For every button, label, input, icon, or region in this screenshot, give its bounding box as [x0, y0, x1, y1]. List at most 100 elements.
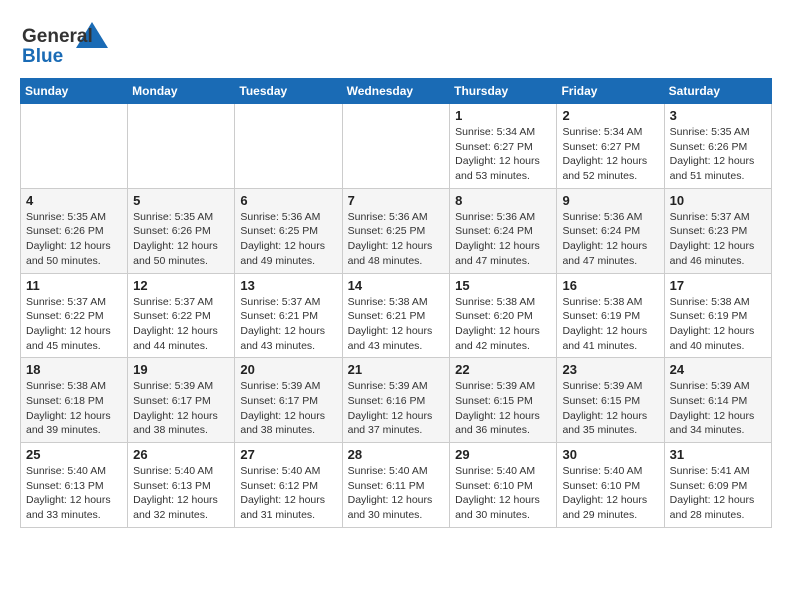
- calendar-cell: 27 Sunrise: 5:40 AM Sunset: 6:12 PM Dayli…: [235, 443, 342, 528]
- calendar-cell: 30Sunrise: 5:40 AM Sunset: 6:10 PM Dayli…: [557, 443, 664, 528]
- calendar-cell: 25Sunrise: 5:40 AM Sunset: 6:13 PM Dayli…: [21, 443, 128, 528]
- day-number: 26: [133, 447, 229, 462]
- page-header: GeneralBlue: [20, 20, 772, 68]
- day-number: 22: [455, 362, 551, 377]
- day-number: 6: [240, 193, 336, 208]
- day-info: Sunrise: 5:38 AM Sunset: 6:18 PM Dayligh…: [26, 379, 122, 438]
- day-info: Sunrise: 5:40 AM Sunset: 6:13 PM Dayligh…: [133, 464, 229, 523]
- day-number: 14: [348, 278, 445, 293]
- calendar-cell: 6 Sunrise: 5:36 AM Sunset: 6:25 PM Daylig…: [235, 188, 342, 273]
- calendar-cell: 26 Sunrise: 5:40 AM Sunset: 6:13 PM Dayli…: [128, 443, 235, 528]
- svg-text:Blue: Blue: [22, 46, 63, 67]
- calendar-cell: 1 Sunrise: 5:34 AM Sunset: 6:27 PM Daylig…: [450, 104, 557, 189]
- calendar-table: SundayMondayTuesdayWednesdayThursdayFrid…: [20, 78, 772, 528]
- calendar-cell: 5 Sunrise: 5:35 AM Sunset: 6:26 PM Daylig…: [128, 188, 235, 273]
- day-info: Sunrise: 5:39 AM Sunset: 6:15 PM Dayligh…: [455, 379, 551, 438]
- day-number: 20: [240, 362, 336, 377]
- calendar-dow-saturday: Saturday: [664, 79, 771, 104]
- calendar-cell: 10 Sunrise: 5:37 AM Sunset: 6:23 PM Dayli…: [664, 188, 771, 273]
- calendar-dow-sunday: Sunday: [21, 79, 128, 104]
- day-info: Sunrise: 5:38 AM Sunset: 6:19 PM Dayligh…: [562, 295, 658, 354]
- day-number: 29: [455, 447, 551, 462]
- calendar-cell: 3 Sunrise: 5:35 AM Sunset: 6:26 PM Daylig…: [664, 104, 771, 189]
- day-info: Sunrise: 5:36 AM Sunset: 6:24 PM Dayligh…: [455, 210, 551, 269]
- day-info: Sunrise: 5:37 AM Sunset: 6:21 PM Dayligh…: [240, 295, 336, 354]
- calendar-cell: [128, 104, 235, 189]
- day-info: Sunrise: 5:34 AM Sunset: 6:27 PM Dayligh…: [455, 125, 551, 184]
- day-info: Sunrise: 5:41 AM Sunset: 6:09 PM Dayligh…: [670, 464, 766, 523]
- day-number: 10: [670, 193, 766, 208]
- calendar-cell: 16 Sunrise: 5:38 AM Sunset: 6:19 PM Dayli…: [557, 273, 664, 358]
- day-number: 25: [26, 447, 122, 462]
- day-number: 19: [133, 362, 229, 377]
- day-number: 1: [455, 108, 551, 123]
- calendar-cell: [235, 104, 342, 189]
- day-number: 3: [670, 108, 766, 123]
- calendar-dow-thursday: Thursday: [450, 79, 557, 104]
- calendar-cell: 12Sunrise: 5:37 AM Sunset: 6:22 PM Dayli…: [128, 273, 235, 358]
- calendar-cell: 9 Sunrise: 5:36 AM Sunset: 6:24 PM Daylig…: [557, 188, 664, 273]
- calendar-cell: 11 Sunrise: 5:37 AM Sunset: 6:22 PM Dayli…: [21, 273, 128, 358]
- calendar-week-4: 18 Sunrise: 5:38 AM Sunset: 6:18 PM Dayli…: [21, 358, 772, 443]
- calendar-cell: 15 Sunrise: 5:38 AM Sunset: 6:20 PM Dayli…: [450, 273, 557, 358]
- day-info: Sunrise: 5:36 AM Sunset: 6:25 PM Dayligh…: [240, 210, 336, 269]
- calendar-cell: 17 Sunrise: 5:38 AM Sunset: 6:19 PM Dayli…: [664, 273, 771, 358]
- svg-text:General: General: [22, 26, 93, 47]
- calendar-dow-wednesday: Wednesday: [342, 79, 450, 104]
- day-info: Sunrise: 5:39 AM Sunset: 6:17 PM Dayligh…: [240, 379, 336, 438]
- calendar-cell: 2 Sunrise: 5:34 AM Sunset: 6:27 PM Daylig…: [557, 104, 664, 189]
- day-number: 28: [348, 447, 445, 462]
- day-number: 31: [670, 447, 766, 462]
- day-number: 5: [133, 193, 229, 208]
- day-number: 23: [562, 362, 658, 377]
- calendar-cell: 19Sunrise: 5:39 AM Sunset: 6:17 PM Dayli…: [128, 358, 235, 443]
- day-number: 27: [240, 447, 336, 462]
- calendar-dow-friday: Friday: [557, 79, 664, 104]
- day-info: Sunrise: 5:37 AM Sunset: 6:22 PM Dayligh…: [26, 295, 122, 354]
- calendar-cell: 28 Sunrise: 5:40 AM Sunset: 6:11 PM Dayli…: [342, 443, 450, 528]
- day-info: Sunrise: 5:36 AM Sunset: 6:25 PM Dayligh…: [348, 210, 445, 269]
- calendar-header-row: SundayMondayTuesdayWednesdayThursdayFrid…: [21, 79, 772, 104]
- day-number: 13: [240, 278, 336, 293]
- calendar-cell: 20 Sunrise: 5:39 AM Sunset: 6:17 PM Dayli…: [235, 358, 342, 443]
- calendar-week-5: 25 Sunrise: 5:40 AM Sunset: 6:13 PM Dayli…: [21, 443, 772, 528]
- calendar-cell: 21Sunrise: 5:39 AM Sunset: 6:16 PM Dayli…: [342, 358, 450, 443]
- day-number: 8: [455, 193, 551, 208]
- day-info: Sunrise: 5:38 AM Sunset: 6:21 PM Dayligh…: [348, 295, 445, 354]
- calendar-cell: [21, 104, 128, 189]
- day-number: 2: [562, 108, 658, 123]
- logo-icon: GeneralBlue: [20, 20, 110, 68]
- calendar-week-1: 1 Sunrise: 5:34 AM Sunset: 6:27 PM Daylig…: [21, 104, 772, 189]
- day-number: 17: [670, 278, 766, 293]
- day-number: 12: [133, 278, 229, 293]
- day-info: Sunrise: 5:36 AM Sunset: 6:24 PM Dayligh…: [562, 210, 658, 269]
- day-number: 18: [26, 362, 122, 377]
- day-info: Sunrise: 5:35 AM Sunset: 6:26 PM Dayligh…: [670, 125, 766, 184]
- day-info: Sunrise: 5:38 AM Sunset: 6:19 PM Dayligh…: [670, 295, 766, 354]
- calendar-cell: 7 Sunrise: 5:36 AM Sunset: 6:25 PM Daylig…: [342, 188, 450, 273]
- day-info: Sunrise: 5:34 AM Sunset: 6:27 PM Dayligh…: [562, 125, 658, 184]
- day-number: 9: [562, 193, 658, 208]
- day-number: 30: [562, 447, 658, 462]
- day-info: Sunrise: 5:37 AM Sunset: 6:23 PM Dayligh…: [670, 210, 766, 269]
- day-number: 24: [670, 362, 766, 377]
- day-info: Sunrise: 5:38 AM Sunset: 6:20 PM Dayligh…: [455, 295, 551, 354]
- day-info: Sunrise: 5:35 AM Sunset: 6:26 PM Dayligh…: [133, 210, 229, 269]
- calendar-cell: 23Sunrise: 5:39 AM Sunset: 6:15 PM Dayli…: [557, 358, 664, 443]
- day-number: 15: [455, 278, 551, 293]
- day-info: Sunrise: 5:40 AM Sunset: 6:11 PM Dayligh…: [348, 464, 445, 523]
- calendar-cell: 13 Sunrise: 5:37 AM Sunset: 6:21 PM Dayli…: [235, 273, 342, 358]
- day-number: 11: [26, 278, 122, 293]
- day-number: 16: [562, 278, 658, 293]
- calendar-cell: 29Sunrise: 5:40 AM Sunset: 6:10 PM Dayli…: [450, 443, 557, 528]
- calendar-cell: 24Sunrise: 5:39 AM Sunset: 6:14 PM Dayli…: [664, 358, 771, 443]
- day-number: 7: [348, 193, 445, 208]
- calendar-cell: 14 Sunrise: 5:38 AM Sunset: 6:21 PM Dayli…: [342, 273, 450, 358]
- calendar-cell: 4Sunrise: 5:35 AM Sunset: 6:26 PM Daylig…: [21, 188, 128, 273]
- day-info: Sunrise: 5:40 AM Sunset: 6:12 PM Dayligh…: [240, 464, 336, 523]
- calendar-dow-tuesday: Tuesday: [235, 79, 342, 104]
- calendar-dow-monday: Monday: [128, 79, 235, 104]
- day-number: 21: [348, 362, 445, 377]
- calendar-cell: [342, 104, 450, 189]
- calendar-week-2: 4Sunrise: 5:35 AM Sunset: 6:26 PM Daylig…: [21, 188, 772, 273]
